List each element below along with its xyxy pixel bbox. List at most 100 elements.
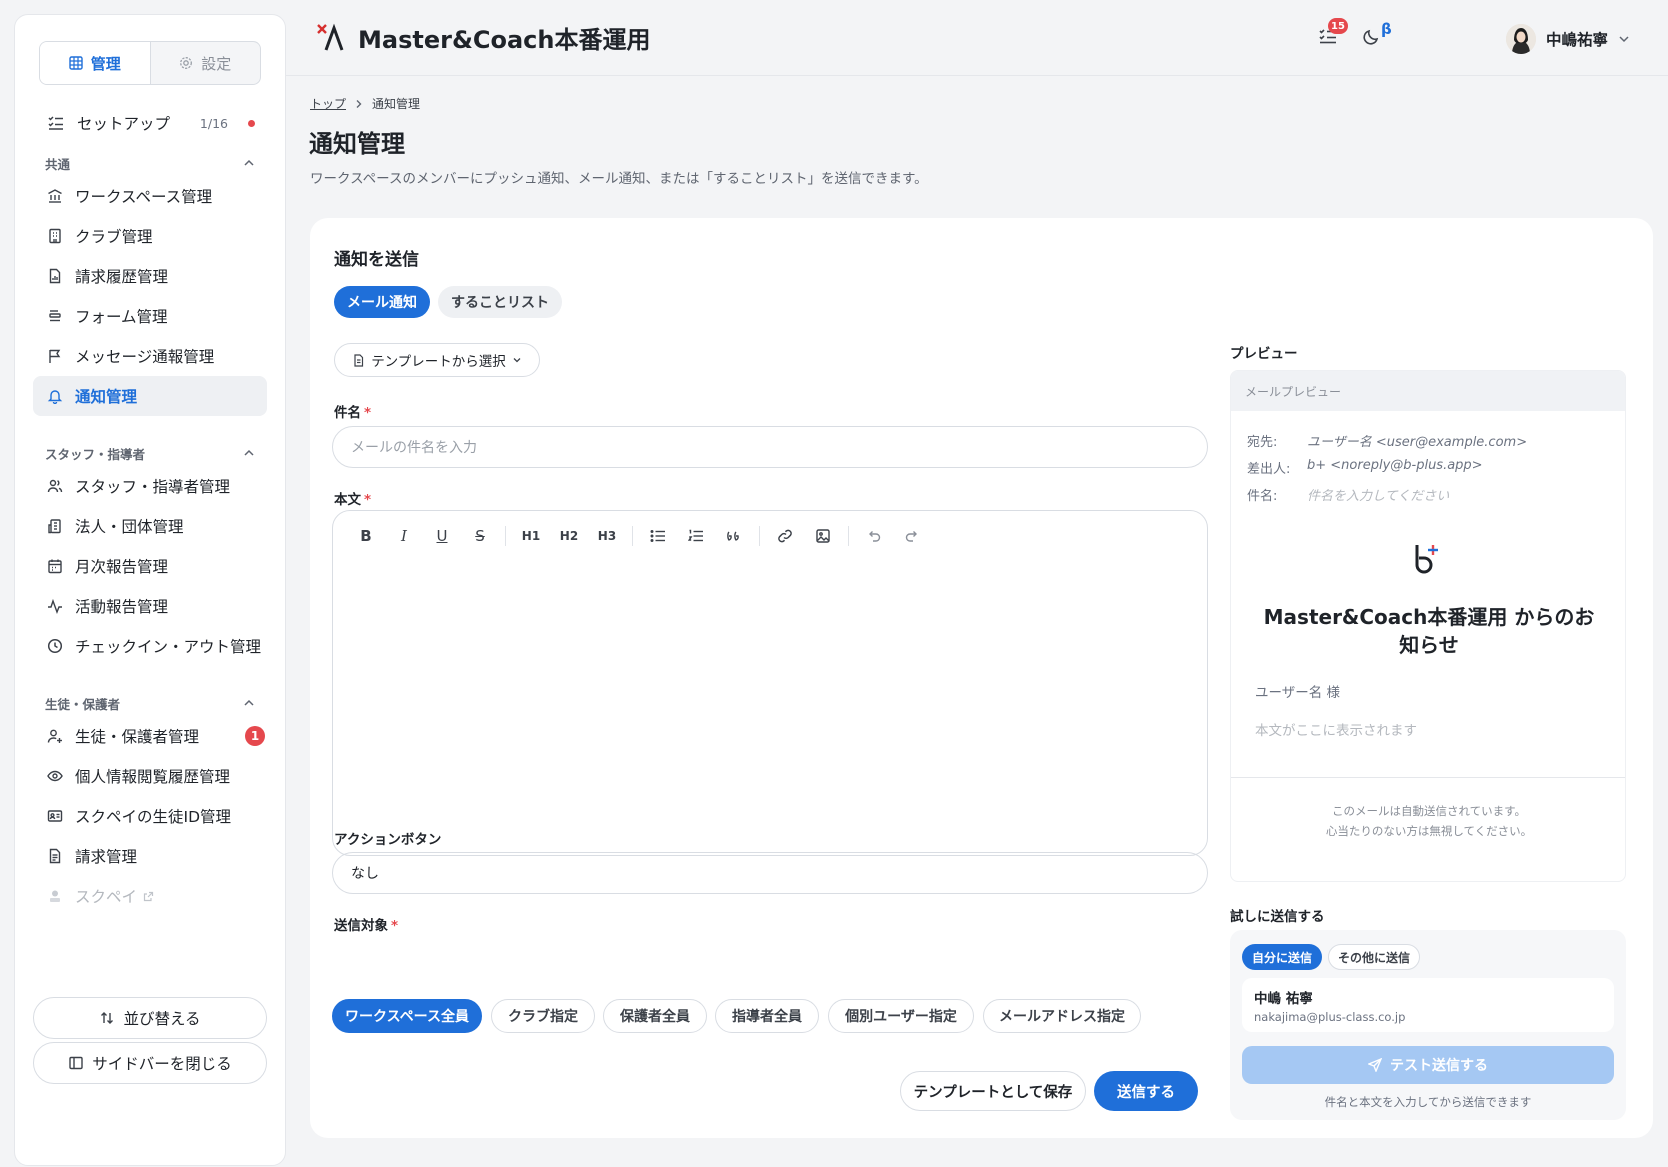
body-editor[interactable]: B I U S H1 H2 H3 <box>332 510 1208 856</box>
underline-button[interactable]: U <box>423 523 461 549</box>
paper-plane-icon <box>1368 1058 1382 1072</box>
setup-alert-dot <box>248 119 255 127</box>
undo-icon <box>866 528 882 544</box>
tab-send-to-self[interactable]: 自分に送信 <box>1242 944 1322 970</box>
tab-send-to-others[interactable]: その他に送信 <box>1328 944 1420 970</box>
bell-icon <box>47 388 63 404</box>
redo-icon <box>904 528 920 544</box>
sidebar-item-student-id[interactable]: スクペイの生徒ID管理 <box>33 796 267 836</box>
ordered-list-icon <box>688 529 704 543</box>
sidebar-item-billing[interactable]: 請求管理 <box>33 836 267 876</box>
link-icon <box>777 528 793 544</box>
preview-divider <box>1231 777 1625 778</box>
sidebar-item-forms[interactable]: フォーム管理 <box>33 296 267 336</box>
activity-icon <box>47 598 63 614</box>
target-all-workspace[interactable]: ワークスペース全員 <box>332 999 482 1033</box>
sidebar-item-setup[interactable]: セットアップ 1/16 <box>33 103 267 143</box>
target-individual-users[interactable]: 個別ユーザー指定 <box>828 999 974 1033</box>
bplus-logo-icon <box>1411 541 1447 577</box>
sidebar-item-label: 個人情報閲覧履歴管理 <box>75 768 231 786</box>
bullet-list-button[interactable] <box>639 523 677 549</box>
user-menu[interactable]: 中嶋祐寧 <box>1505 24 1630 54</box>
sidebar-item-staff[interactable]: スタッフ・指導者管理 <box>33 466 267 506</box>
office-icon <box>47 228 63 244</box>
reorder-button[interactable]: 並び替える <box>33 997 267 1039</box>
notification-badge: 1 <box>245 726 265 746</box>
task-list-button[interactable]: 15 <box>1318 18 1348 46</box>
sidebar-item-checkin[interactable]: チェックイン・アウト管理 <box>33 626 267 666</box>
test-send-button[interactable]: テスト送信する <box>1242 1046 1614 1084</box>
ordered-list-button[interactable] <box>677 523 715 549</box>
recipient-name: 中嶋 祐寧 <box>1254 991 1313 1007</box>
theme-toggle-button[interactable]: β <box>1362 20 1392 46</box>
task-count-badge: 15 <box>1328 18 1348 34</box>
send-button[interactable]: 送信する <box>1094 1071 1198 1111</box>
tab-email-notification[interactable]: メール通知 <box>334 286 430 318</box>
heading2-button[interactable]: H2 <box>550 523 588 549</box>
company-icon <box>47 518 63 534</box>
close-sidebar-button[interactable]: サイドバーを閉じる <box>33 1042 267 1084</box>
sidebar-item-label: ワークスペース管理 <box>75 188 213 206</box>
sidebar-item-label: フォーム管理 <box>75 308 168 326</box>
bullet-list-icon <box>650 529 666 543</box>
target-email-address[interactable]: メールアドレス指定 <box>983 999 1141 1033</box>
sidebar-item-club[interactable]: クラブ管理 <box>33 216 267 256</box>
tab-settings[interactable]: 設定 <box>151 42 261 84</box>
sidebar-item-message-reports[interactable]: メッセージ通報管理 <box>33 336 267 376</box>
sukupei-logo-icon <box>47 888 63 904</box>
sidebar-item-corporations[interactable]: 法人・団体管理 <box>33 506 267 546</box>
subject-input[interactable]: メールの件名を入力 <box>332 426 1208 468</box>
test-send-note: 件名と本文を入力してから送信できます <box>1324 1095 1532 1109</box>
italic-button[interactable]: I <box>385 523 423 549</box>
tab-todo-list[interactable]: することリスト <box>438 286 562 318</box>
page-description: ワークスペースのメンバーにプッシュ通知、メール通知、または「することリスト」を送… <box>310 171 928 187</box>
recipient-email: nakajima@plus-class.co.jp <box>1254 1010 1406 1024</box>
user-plus-icon <box>47 728 63 744</box>
email-preview: メールプレビュー 宛先: ユーザー名 <user@example.com> 差出… <box>1230 370 1626 882</box>
sidebar-item-label: クラブ管理 <box>75 228 153 246</box>
preview-greeting: ユーザー名 様 <box>1255 685 1341 701</box>
save-template-button[interactable]: テンプレートとして保存 <box>900 1071 1086 1111</box>
heading1-button[interactable]: H1 <box>512 523 550 549</box>
undo-button[interactable] <box>855 523 893 549</box>
sidebar-item-label: セットアップ <box>77 115 171 133</box>
sidebar-item-students[interactable]: 生徒・保護者管理 1 <box>33 716 267 756</box>
sidebar-item-workspace[interactable]: ワークスペース管理 <box>33 176 267 216</box>
test-send-label-text: テスト送信する <box>1390 1058 1488 1074</box>
redo-button[interactable] <box>893 523 931 549</box>
sidebar-item-sukupei[interactable]: スクペイ <box>33 876 267 916</box>
app-title[interactable]: Master&Coach本番運用 <box>316 20 651 55</box>
sidebar-item-label: 通知管理 <box>75 388 138 406</box>
sidebar-item-notifications[interactable]: 通知管理 <box>33 376 267 416</box>
tab-manage[interactable]: 管理 <box>40 42 151 84</box>
quote-button[interactable] <box>715 523 753 549</box>
bold-button[interactable]: B <box>347 523 385 549</box>
sidebar-item-label: スクペイ <box>75 888 138 906</box>
breadcrumb-home-link[interactable]: トップ <box>310 95 346 112</box>
image-button[interactable] <box>804 523 842 549</box>
preview-subject-row: 件名: 件名を入力してください <box>1247 485 1449 504</box>
id-card-icon <box>47 808 63 824</box>
sidebar-item-billing-history[interactable]: 請求履歴管理 <box>33 256 267 296</box>
toolbar-divider <box>632 526 633 546</box>
toolbar-divider <box>505 526 506 546</box>
link-button[interactable] <box>766 523 804 549</box>
strikethrough-button[interactable]: S <box>461 523 499 549</box>
section-common-header[interactable]: 共通 <box>45 153 255 173</box>
sidebar-item-label: メッセージ通報管理 <box>75 348 215 366</box>
section-staff-header[interactable]: スタッフ・指導者 <box>45 443 255 463</box>
setup-progress-count: 1/16 <box>199 115 228 131</box>
sidebar-item-privacy-log[interactable]: 個人情報閲覧履歴管理 <box>33 756 267 796</box>
section-students-header[interactable]: 生徒・保護者 <box>45 693 255 713</box>
sidebar-item-activity-report[interactable]: 活動報告管理 <box>33 586 267 626</box>
sidebar-item-monthly-report[interactable]: 月次報告管理 <box>33 546 267 586</box>
checklist-icon <box>47 114 65 132</box>
target-all-guardians[interactable]: 保護者全員 <box>603 999 707 1033</box>
action-button-select[interactable]: なし <box>332 852 1208 894</box>
heading3-button[interactable]: H3 <box>588 523 626 549</box>
target-all-coaches[interactable]: 指導者全員 <box>715 999 819 1033</box>
target-club[interactable]: クラブ指定 <box>491 999 595 1033</box>
card-title: 通知を送信 <box>334 250 419 270</box>
template-select-button[interactable]: テンプレートから選択 <box>334 343 540 377</box>
chevron-up-icon <box>243 157 255 169</box>
